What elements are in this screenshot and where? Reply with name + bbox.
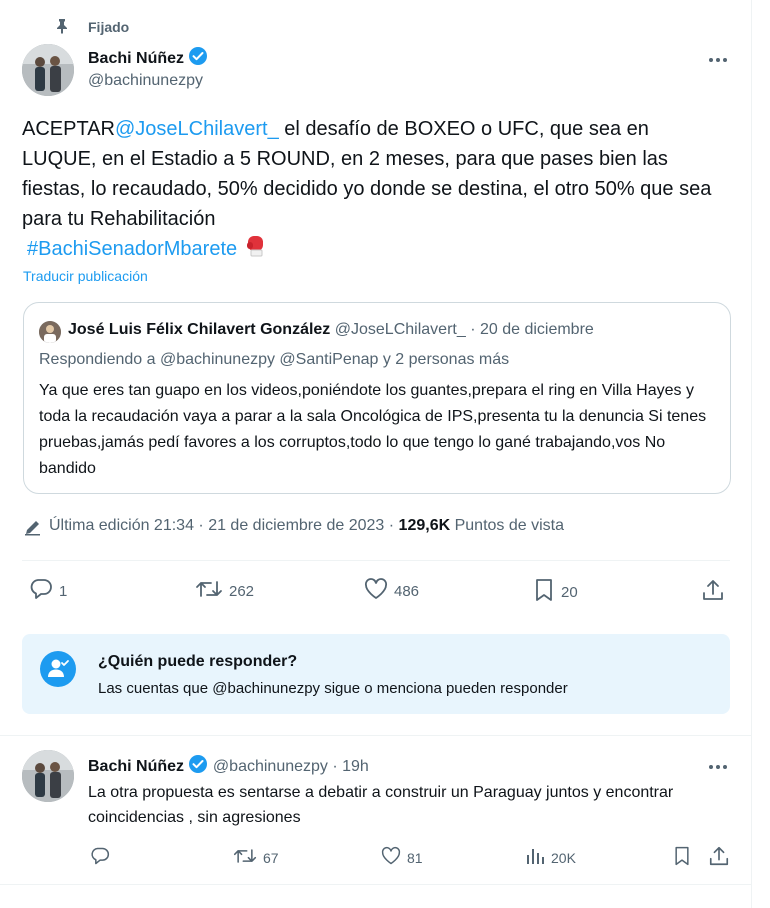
quote-header: José Luis Félix Chilavert González @Jose… [68,321,594,339]
bookmark-icon[interactable] [672,846,692,871]
like-button[interactable]: 486 [364,578,419,604]
author-name-row[interactable]: Bachi Núñez [88,46,208,71]
views-count: 129,6K [398,517,451,534]
pin-icon [55,18,69,39]
author-name[interactable]: Bachi Núñez [88,50,184,67]
reply-author-handle[interactable]: @bachinunezpy [213,758,328,775]
more-icon[interactable] [706,759,730,777]
who-can-reply-box: ¿Quién puede responder? Las cuentas que … [22,634,730,714]
reply-retweet-count: 67 [263,849,279,866]
quote-author-handle: @JoseLChilavert_ [334,321,466,338]
views-label: Puntos de vista [454,517,564,534]
reply-like-count: 81 [407,849,423,866]
edited-label[interactable]: Última edición 21:34 · 21 de diciembre d… [49,517,394,534]
verified-badge-icon [188,46,208,71]
bookmark-button[interactable]: 20 [533,578,578,606]
retweet-button[interactable]: 262 [195,578,254,604]
reply-button[interactable]: 1 [29,578,67,604]
share-icon[interactable] [708,845,730,872]
more-icon[interactable] [706,52,730,70]
quote-author-avatar [39,321,61,343]
quote-date: · 20 de diciembre [470,321,594,338]
views-icon [525,846,545,869]
verified-badge-icon [188,754,208,779]
replying-suffix: y 2 personas más [378,351,510,368]
edited-meta: Última edición 21:34 · 21 de diciembre d… [49,517,564,535]
hashtag-row: #BachiSenadorMbarete [27,234,267,266]
reply-author-avatar[interactable] [22,750,74,802]
reply-header: Bachi Núñez @bachinunezpy · 19h [88,754,369,779]
bookmark-count: 20 [561,583,578,601]
quote-author-name: José Luis Félix Chilavert González [68,321,331,338]
bookmark-icon [533,578,555,606]
reply-text: La otra propuesta es sentarse a debatir … [88,784,674,826]
tweet-text: ACEPTAR@JoseLChilavert_ el desafío de BO… [22,114,722,234]
like-count: 486 [394,582,420,600]
reply-views-button[interactable]: 20K [525,846,576,869]
share-icon[interactable] [701,578,725,607]
reply-author-name[interactable]: Bachi Núñez [88,758,184,775]
pencil-icon [24,518,42,541]
boxing-glove-emoji [245,234,267,266]
translate-link[interactable]: Traducir publicación [23,268,148,284]
divider [0,735,752,736]
reply-views-count: 20K [551,849,576,866]
mention-link[interactable]: @JoseLChilavert_ [115,118,279,140]
who-can-reply-title: ¿Quién puede responder? [98,653,298,670]
retweet-icon [195,578,223,604]
author-handle[interactable]: @bachinunezpy [88,72,203,90]
reply-time[interactable]: · 19h [332,758,368,775]
reply-count: 1 [59,582,68,600]
divider [22,560,730,561]
reply-reply-button[interactable] [90,846,110,870]
replying-prefix: Respondiendo a [39,351,156,368]
quote-tweet-card[interactable]: José Luis Félix Chilavert González @Jose… [23,302,731,494]
divider [0,884,752,885]
replying-handles: @bachinunezpy @SantiPenap [160,351,379,368]
retweet-count: 262 [229,582,255,600]
reply-retweet-button[interactable]: 67 [233,846,279,869]
author-avatar[interactable] [22,44,74,96]
person-check-icon [40,651,76,687]
reply-icon [29,578,53,604]
reply-like-button[interactable]: 81 [381,846,423,869]
heart-icon [381,846,401,869]
retweet-icon [233,846,257,869]
quote-text: Ya que eres tan guapo en los videos,poni… [39,382,707,477]
hashtag-link[interactable]: #BachiSenadorMbarete [27,238,237,260]
tweet-text-start: ACEPTAR [22,118,115,140]
pinned-label: Fijado [88,19,130,35]
quote-replying-to: Respondiendo a @bachinunezpy @SantiPenap… [39,351,509,369]
who-can-reply-text: Las cuentas que @bachinunezpy sigue o me… [98,680,568,697]
heart-icon [364,578,388,604]
timeline-column: Fijado Bachi Núñez @bachinunezpy ACEPTAR… [0,0,752,908]
reply-icon [90,846,110,870]
